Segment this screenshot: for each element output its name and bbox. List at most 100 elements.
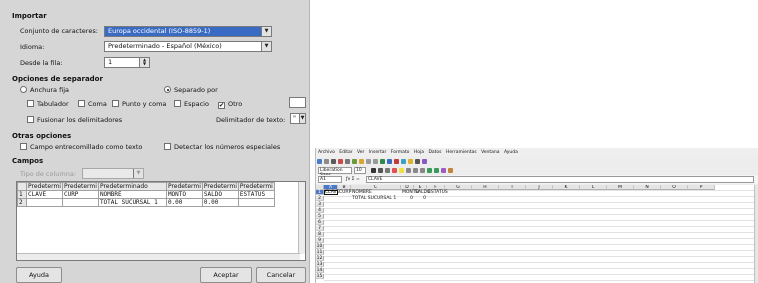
cell-b1[interactable]: CURP: [339, 190, 351, 195]
align-right-icon[interactable]: [420, 168, 425, 173]
sort-icon[interactable]: [380, 159, 385, 164]
column-header[interactable]: G: [445, 185, 472, 190]
cell-c2[interactable]: TOTAL SUCURSAL 1: [352, 196, 396, 201]
chevron-down-icon[interactable]: ▼: [299, 114, 305, 123]
menu-item-data[interactable]: Datos: [428, 150, 441, 155]
currency-icon[interactable]: [427, 168, 432, 173]
menu-item-edit[interactable]: Editar: [339, 150, 352, 155]
print-icon[interactable]: [345, 159, 350, 164]
row-header[interactable]: 5: [316, 214, 324, 219]
row-header[interactable]: 12: [316, 256, 324, 261]
checkbox-icon[interactable]: [20, 143, 27, 150]
spreadsheet-grid[interactable]: A B C D E F G H I J K L M N O P 1 2 3 4 …: [316, 185, 758, 283]
detect-numbers-checkbox[interactable]: Detectar los números especiales: [164, 143, 280, 151]
column-header[interactable]: I: [499, 185, 526, 190]
highlight-icon[interactable]: [399, 168, 404, 173]
font-size-box[interactable]: 10: [354, 167, 366, 174]
column-header[interactable]: N: [634, 185, 661, 190]
preview-column-type[interactable]: Predetermi: [201, 182, 239, 191]
name-box[interactable]: A1: [318, 176, 342, 183]
row-header[interactable]: 7: [316, 226, 324, 231]
chevron-down-icon[interactable]: ▼: [261, 27, 271, 36]
formula-input[interactable]: CLAVE: [366, 176, 754, 183]
chevron-down-icon[interactable]: ▼: [261, 42, 271, 51]
background-color-icon[interactable]: [448, 168, 453, 173]
bold-icon[interactable]: [371, 168, 376, 173]
checkbox-icon[interactable]: [112, 100, 119, 107]
menu-item-format[interactable]: Formato: [391, 150, 410, 155]
special-char-icon[interactable]: [422, 159, 427, 164]
tab-checkbox[interactable]: Tabulador: [27, 100, 69, 108]
quoted-as-text-checkbox[interactable]: Campo entrecomillado como texto: [20, 143, 142, 151]
pivot-icon[interactable]: [394, 159, 399, 164]
chevron-down-icon[interactable]: ▼: [133, 169, 143, 178]
row-header[interactable]: 11: [316, 250, 324, 255]
other-checkbox[interactable]: ✔ Otro: [218, 100, 242, 109]
text-delimiter-select[interactable]: " ▼: [290, 113, 306, 124]
column-header[interactable]: L: [580, 185, 607, 190]
row-header[interactable]: 2: [316, 196, 324, 201]
radio-selected-icon[interactable]: [164, 86, 171, 93]
preview-column-type[interactable]: Predetermi: [61, 182, 99, 191]
underline-icon[interactable]: [385, 168, 390, 173]
cell-e2[interactable]: 0: [414, 196, 426, 201]
preview-column-type[interactable]: Predeterminado: [97, 182, 167, 191]
ok-button[interactable]: Aceptar: [200, 267, 252, 283]
merge-delimiters-checkbox[interactable]: Fusionar los delimitadores: [27, 116, 122, 124]
cell-d2[interactable]: 0: [401, 196, 413, 201]
row-header[interactable]: 6: [316, 220, 324, 225]
preview-column-type[interactable]: Predetermi: [165, 182, 203, 191]
italic-icon[interactable]: [378, 168, 383, 173]
row-header[interactable]: 1: [316, 190, 324, 195]
vertical-scrollbar[interactable]: [754, 185, 758, 283]
image-icon[interactable]: [401, 159, 406, 164]
charset-select[interactable]: Europa occidental (ISO-8859-1) ▼: [104, 26, 272, 37]
row-header[interactable]: 8: [316, 232, 324, 237]
row-header[interactable]: 9: [316, 238, 324, 243]
checkbox-icon[interactable]: [164, 143, 171, 150]
cell-f1[interactable]: ESTATUS: [428, 190, 448, 195]
comma-checkbox[interactable]: Coma: [78, 100, 107, 108]
column-header[interactable]: J: [526, 185, 553, 190]
header-footer-icon[interactable]: [415, 159, 420, 164]
function-wizard-icon[interactable]: ƒx Σ =: [346, 177, 360, 182]
menu-item-view[interactable]: Ver: [357, 150, 364, 155]
radio-icon[interactable]: [20, 86, 27, 93]
column-header[interactable]: P: [688, 185, 715, 190]
cut-icon[interactable]: [352, 159, 357, 164]
menu-item-file[interactable]: Archivo: [318, 150, 335, 155]
paste-icon[interactable]: [359, 159, 364, 164]
fields-preview-grid[interactable]: Predetermi Predetermi Predeterminado Pre…: [16, 181, 306, 261]
column-header[interactable]: O: [661, 185, 688, 190]
redo-icon[interactable]: [373, 159, 378, 164]
preview-column-type[interactable]: Predetermi: [26, 182, 63, 191]
row-header[interactable]: 15: [316, 274, 324, 279]
preview-column-type[interactable]: Predetermi: [237, 182, 275, 191]
percent-icon[interactable]: [434, 168, 439, 173]
checkbox-icon[interactable]: [27, 100, 34, 107]
column-header[interactable]: H: [472, 185, 499, 190]
separated-by-option[interactable]: Separado por: [164, 86, 218, 94]
font-name-box[interactable]: Liberation Sans: [318, 167, 352, 178]
column-type-select[interactable]: ▼: [82, 168, 144, 179]
row-header[interactable]: 3: [316, 202, 324, 207]
checkbox-icon[interactable]: [174, 100, 181, 107]
new-icon[interactable]: [317, 159, 322, 164]
borders-icon[interactable]: [441, 168, 446, 173]
other-separator-input[interactable]: [289, 97, 306, 108]
row-header[interactable]: 14: [316, 268, 324, 273]
font-color-icon[interactable]: [392, 168, 397, 173]
help-button[interactable]: Ayuda: [16, 267, 62, 283]
checkbox-icon[interactable]: [27, 116, 34, 123]
horizontal-scrollbar[interactable]: [17, 253, 300, 260]
menu-item-insert[interactable]: Insertar: [369, 150, 387, 155]
menu-item-tools[interactable]: Herramientas: [446, 150, 477, 155]
vertical-scrollbar[interactable]: [298, 182, 305, 254]
fixed-width-option[interactable]: Anchura fija: [20, 86, 69, 94]
menu-item-sheet[interactable]: Hoja: [414, 150, 424, 155]
column-header[interactable]: M: [607, 185, 634, 190]
semicolon-checkbox[interactable]: Punto y coma: [112, 100, 166, 108]
cancel-button[interactable]: Cancelar: [256, 267, 306, 283]
menu-item-window[interactable]: Ventana: [481, 150, 499, 155]
cell-c1[interactable]: NOMBRE: [352, 190, 372, 195]
